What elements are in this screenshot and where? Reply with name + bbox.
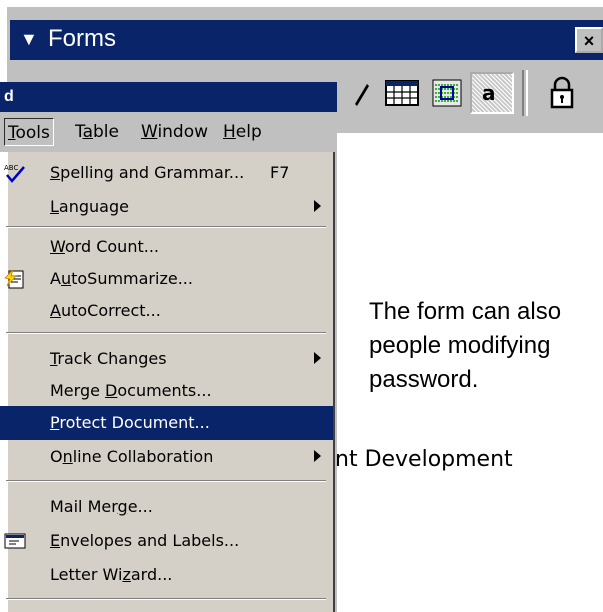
menu-item-autocorrect[interactable]: AutoCorrect... — [0, 294, 333, 328]
menu-separator — [6, 598, 326, 600]
menu-separator — [6, 480, 326, 482]
form-field-shading-icon[interactable]: a — [470, 72, 514, 114]
shortcut-text: F7 — [270, 163, 290, 182]
menu-bar: Tools Table Window Help — [0, 112, 337, 152]
collapse-arrow-icon[interactable]: ▼ — [20, 29, 38, 50]
slide-partial-heading: nt Development — [335, 447, 513, 472]
menu-item-language[interactable]: Language — [0, 190, 333, 224]
menu-separator — [6, 332, 326, 334]
svg-text:a: a — [482, 81, 496, 105]
menu-separator — [6, 226, 326, 228]
toolbar-separator — [522, 70, 528, 116]
menu-item-mail-merge[interactable]: Mail Merge... — [0, 490, 333, 524]
menu-help[interactable]: Help — [220, 118, 265, 146]
slide-text-line-2: people modifying — [369, 332, 551, 359]
tools-dropdown-menu: ABC Spelling and Grammar... F7 Language … — [0, 152, 335, 612]
menu-item-protect-document[interactable]: Protect Document... — [0, 406, 333, 440]
submenu-arrow-icon — [314, 200, 321, 212]
forms-toolbar-title: Forms — [48, 25, 116, 52]
slide-body-text: The form can also people modifying passw… — [369, 295, 561, 397]
draw-table-icon[interactable] — [340, 72, 384, 114]
menu-item-envelopes-labels[interactable]: Envelopes and Labels... — [0, 524, 333, 558]
protect-form-icon[interactable] — [540, 72, 584, 114]
menu-window[interactable]: Window — [138, 118, 211, 146]
slide-text-line-3: password. — [369, 366, 479, 393]
submenu-arrow-icon — [314, 352, 321, 364]
menu-item-merge-documents[interactable]: Merge Documents... — [0, 374, 333, 408]
menu-item-letter-wizard[interactable]: Letter Wizard... — [0, 558, 333, 592]
insert-table-icon[interactable] — [380, 72, 424, 114]
svg-text:ABC: ABC — [4, 164, 18, 172]
menu-tools[interactable]: Tools — [4, 118, 54, 146]
autosummarize-icon — [4, 268, 26, 290]
menu-item-autosummarize[interactable]: AutoSummarize... — [0, 262, 333, 296]
menu-item-online-collaboration[interactable]: Online Collaboration — [0, 440, 333, 474]
spelling-check-icon: ABC — [4, 162, 26, 184]
word-window: d Tools Table Window Help ABC Spelling a… — [0, 82, 337, 612]
close-button[interactable]: × — [575, 27, 603, 53]
menu-item-track-changes[interactable]: Track Changes — [0, 342, 333, 376]
forms-toolbar-titlebar[interactable]: ▼ Forms × — [10, 20, 603, 60]
menu-item-spelling-grammar[interactable]: ABC Spelling and Grammar... F7 — [0, 156, 333, 190]
slide-text-line-1: The form can also — [369, 298, 562, 325]
insert-frame-icon[interactable] — [425, 72, 469, 114]
word-titlebar[interactable]: d — [0, 82, 337, 112]
menu-table[interactable]: Table — [72, 118, 122, 146]
envelope-icon — [4, 530, 26, 552]
menu-item-word-count[interactable]: Word Count... — [0, 230, 333, 264]
submenu-arrow-icon — [314, 450, 321, 462]
